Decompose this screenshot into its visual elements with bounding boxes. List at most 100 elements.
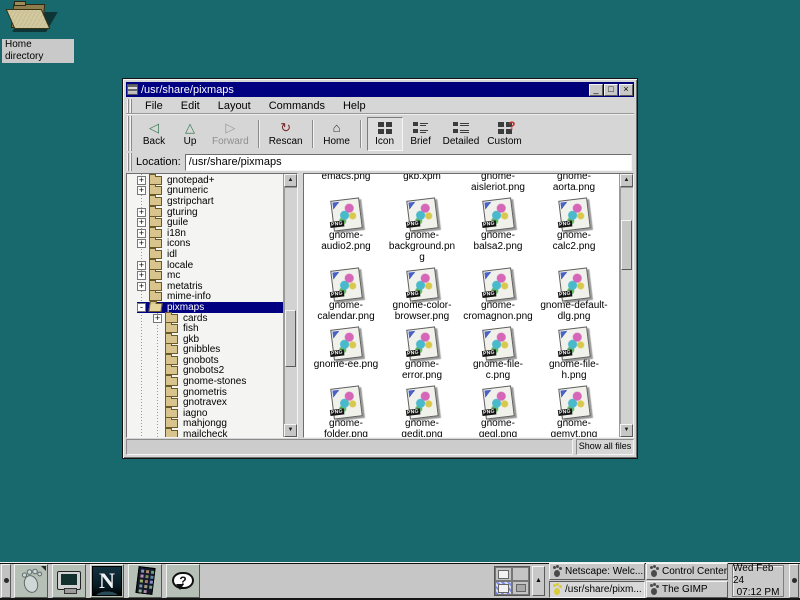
tree-item-gnobots2[interactable]: gnobots2 xyxy=(127,366,283,377)
file-item[interactable]: PNGgnome-gemvt.png xyxy=(537,387,611,437)
help-launcher[interactable]: ? xyxy=(166,564,200,598)
file-label[interactable]: gnome-aorta.png xyxy=(537,174,611,193)
tasklist-arrow-button[interactable]: ▲ xyxy=(532,566,545,596)
back-button[interactable]: ◁ Back xyxy=(136,117,172,151)
scroll-down-icon[interactable]: ▼ xyxy=(284,424,297,437)
task-netscape[interactable]: Netscape: Welc... xyxy=(549,563,645,580)
clock-applet[interactable]: Wed Feb 24 07:12 PM xyxy=(732,565,784,597)
file-item[interactable]: PNGgnome-folder.png xyxy=(309,387,383,437)
menu-file[interactable]: File xyxy=(136,99,172,113)
tree-scrollbar[interactable]: ▲ ▼ xyxy=(283,174,297,437)
scroll-up-icon[interactable]: ▲ xyxy=(284,174,297,187)
open-folder-icon xyxy=(148,303,162,312)
file-item[interactable]: PNGgnome-audio2.png xyxy=(309,199,383,252)
file-item[interactable]: PNGgnome-cromagnon.png xyxy=(461,269,535,322)
tree-item-iagno[interactable]: iagno xyxy=(127,408,283,419)
task-gimp[interactable]: The GIMP xyxy=(646,581,728,598)
menu-help[interactable]: Help xyxy=(334,99,375,113)
task-control-center[interactable]: Control Center xyxy=(646,563,728,580)
file-item[interactable]: PNGgnome-color-browser.png xyxy=(385,269,459,322)
brief-view-button[interactable]: Brief xyxy=(403,117,439,151)
file-item[interactable]: PNGgnome-balsa2.png xyxy=(461,199,535,252)
file-label[interactable]: gkb.xpm xyxy=(385,174,459,193)
file-item[interactable]: PNGgnome-gedit.png xyxy=(385,387,459,437)
menu-edit[interactable]: Edit xyxy=(172,99,209,113)
main-menu-button[interactable] xyxy=(14,564,48,598)
tree-item-cards[interactable]: +cards xyxy=(127,313,283,324)
rescan-button[interactable]: ↻ Rescan xyxy=(265,117,307,151)
scroll-up-icon[interactable]: ▲ xyxy=(620,174,633,187)
tree-item-mailcheck[interactable]: mailcheck xyxy=(127,429,283,437)
window-menu-icon[interactable] xyxy=(127,84,138,95)
file-item[interactable]: PNGgnome-ee.png xyxy=(309,328,383,370)
pager-desktop-4[interactable] xyxy=(512,581,529,595)
pager-desktop-1[interactable] xyxy=(495,567,512,581)
expander-plus-icon[interactable]: + xyxy=(137,176,146,185)
icon-view-button[interactable]: Icon xyxy=(367,117,403,151)
expander-plus-icon[interactable]: + xyxy=(137,239,146,248)
file-item[interactable]: PNGgnome-background.png xyxy=(385,199,459,263)
maximize-button[interactable]: □ xyxy=(604,84,618,96)
tree-item-pixmaps[interactable]: -pixmaps xyxy=(127,302,283,313)
file-label[interactable]: emacs.png xyxy=(309,174,383,193)
expander-plus-icon[interactable]: + xyxy=(137,261,146,270)
home-directory-desktop-icon[interactable]: Home directory xyxy=(2,2,74,64)
file-item[interactable]: PNGgnome-calendar.png xyxy=(309,269,383,322)
file-manager-window: /usr/share/pixmaps _ □ × File Edit Layou… xyxy=(122,78,638,459)
panel-hide-right-button[interactable] xyxy=(789,564,799,598)
tree-item-gnobots[interactable]: gnobots xyxy=(127,355,283,366)
scrollbar-thumb[interactable] xyxy=(621,220,632,270)
expander-minus-icon[interactable]: - xyxy=(137,303,146,312)
file-label[interactable]: gnome-aisleriot.png xyxy=(461,174,535,193)
pager-desktop-2[interactable] xyxy=(512,567,529,581)
window-main-area: +gnotepad+ +gnumeric gstripchart +gturin… xyxy=(126,173,634,438)
toolbar-grip[interactable] xyxy=(127,116,133,151)
expander-plus-icon[interactable]: + xyxy=(137,208,146,217)
show-all-files-button[interactable]: Show all files xyxy=(576,439,634,455)
file-item[interactable]: PNGgnome-error.png xyxy=(385,328,459,381)
location-grip[interactable] xyxy=(127,153,133,171)
file-item[interactable]: PNGgnome-default-dlg.png xyxy=(537,269,611,322)
up-button[interactable]: △ Up xyxy=(172,117,208,151)
back-icon: ◁ xyxy=(149,120,159,136)
desktop: Home directory /usr/share/pixmaps _ □ × … xyxy=(0,0,800,600)
terminal-launcher[interactable] xyxy=(52,564,86,598)
location-input[interactable] xyxy=(185,154,632,171)
expander-plus-icon[interactable]: + xyxy=(137,186,146,195)
expander-plus-icon[interactable]: + xyxy=(137,271,146,280)
home-button[interactable]: ⌂ Home xyxy=(319,117,355,151)
tree-item-gnome-stones[interactable]: gnome-stones xyxy=(127,376,283,387)
minimize-button[interactable]: _ xyxy=(589,84,603,96)
netscape-launcher[interactable]: N xyxy=(90,564,124,598)
scrollbar-thumb[interactable] xyxy=(285,310,296,367)
close-button[interactable]: × xyxy=(619,84,633,96)
panel-hide-left-button[interactable] xyxy=(1,564,11,598)
tree-item-gkb[interactable]: gkb xyxy=(127,334,283,345)
file-item[interactable]: PNGgnome-file-c.png xyxy=(461,328,535,381)
keypad-launcher[interactable] xyxy=(128,564,162,598)
expander-plus-icon[interactable]: + xyxy=(137,282,146,291)
forward-button[interactable]: ▷ Forward xyxy=(208,117,253,151)
menubar-grip[interactable] xyxy=(127,99,133,113)
file-item[interactable]: PNGgnome-calc2.png xyxy=(537,199,611,252)
tree-item-mahjongg[interactable]: mahjongg xyxy=(127,419,283,430)
expander-plus-icon[interactable]: + xyxy=(153,314,162,323)
expander-plus-icon[interactable]: + xyxy=(137,218,146,227)
file-item[interactable]: PNGgnome-file-h.png xyxy=(537,328,611,381)
expander-plus-icon[interactable]: + xyxy=(137,229,146,238)
tree-item-gnibbles[interactable]: gnibbles xyxy=(127,345,283,356)
tree-item-gnometris[interactable]: gnometris xyxy=(127,387,283,398)
menu-commands[interactable]: Commands xyxy=(260,99,334,113)
scroll-down-icon[interactable]: ▼ xyxy=(620,424,633,437)
custom-view-button[interactable]: ? Custom xyxy=(483,117,525,151)
file-item[interactable]: PNGgnome-gegl.png xyxy=(461,387,535,437)
tree-item-gnotravex[interactable]: gnotravex xyxy=(127,397,283,408)
titlebar[interactable]: /usr/share/pixmaps _ □ × xyxy=(126,82,634,97)
icon-view-scrollbar[interactable]: ▲ ▼ xyxy=(619,174,633,437)
task-file-manager[interactable]: /usr/share/pixm... xyxy=(549,581,645,598)
menu-layout[interactable]: Layout xyxy=(209,99,260,113)
pager-desktop-3-active[interactable] xyxy=(495,581,512,595)
detailed-view-button[interactable]: Detailed xyxy=(439,117,484,151)
desktop-pager[interactable] xyxy=(494,566,530,596)
tree-item-fish[interactable]: fish xyxy=(127,323,283,334)
